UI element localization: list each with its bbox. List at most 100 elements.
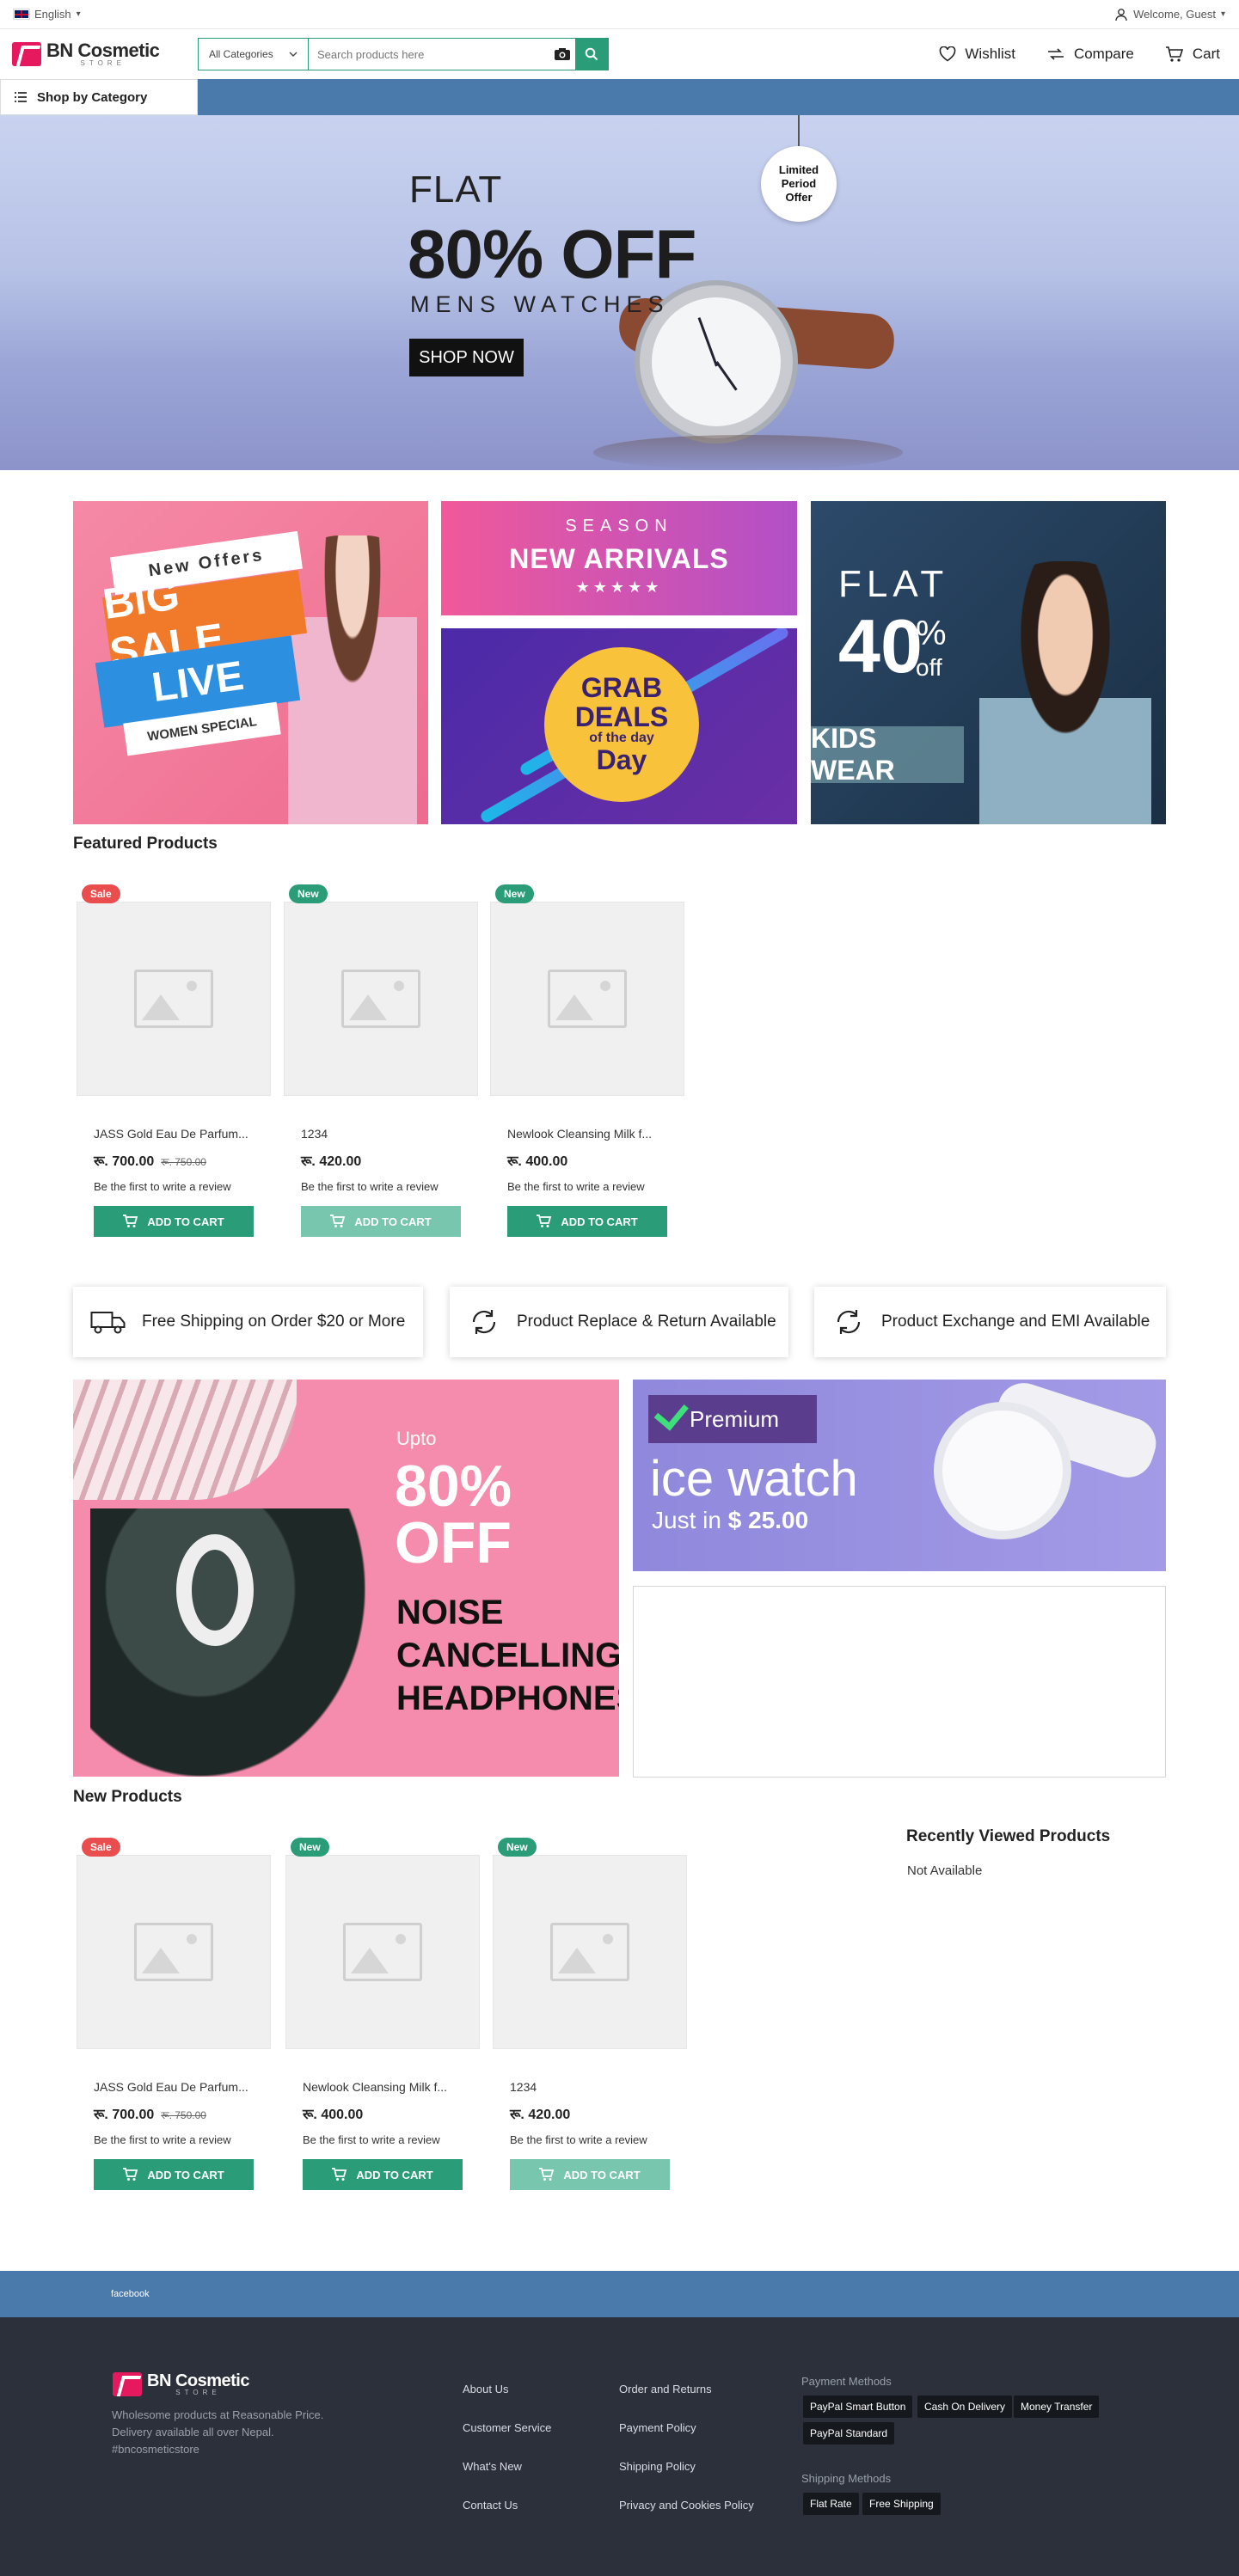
add-to-cart-button[interactable]: ADD TO CART	[94, 2159, 254, 2190]
tag-string	[798, 115, 800, 150]
add-to-cart-button[interactable]: ADD TO CART	[301, 1206, 461, 1237]
image-placeholder-icon	[550, 1923, 629, 1981]
tag-line: Limited	[778, 162, 819, 176]
wishlist-link[interactable]: Wishlist	[939, 46, 1015, 63]
child-image	[979, 561, 1151, 824]
top-bar: English ▾ Welcome, Guest ▾	[0, 0, 1239, 29]
language-label: English	[34, 8, 71, 21]
watch-case-image	[934, 1402, 1071, 1539]
product-name[interactable]: Newlook Cleansing Milk f...	[303, 2080, 468, 2094]
search-button[interactable]	[575, 39, 608, 70]
review-link[interactable]: Be the first to write a review	[94, 2133, 231, 2146]
big-sale-banner[interactable]: New Offers BIG SALE LIVE WOMEN SPECIAL	[73, 501, 428, 824]
cart-icon	[123, 2168, 138, 2181]
product-name[interactable]: JASS Gold Eau De Parfum...	[94, 1127, 259, 1141]
menu-icon	[15, 92, 27, 102]
payment-method-chip: PayPal Standard	[803, 2422, 895, 2444]
shop-now-button[interactable]: SHOP NOW	[409, 339, 524, 376]
product-card[interactable]: New 1234 रू. 420.00 Be the first to writ…	[280, 878, 478, 1256]
add-to-cart-button[interactable]: ADD TO CART	[303, 2159, 463, 2190]
product-name[interactable]: Newlook Cleansing Milk f...	[507, 1127, 672, 1141]
footer-link-whats-new[interactable]: What's New	[463, 2460, 522, 2473]
footer-link-contact[interactable]: Contact Us	[463, 2499, 518, 2512]
category-select[interactable]: All Categories	[199, 39, 309, 70]
ice-watch-banner[interactable]: Premium ice watch Just in $ 25.00	[633, 1380, 1166, 1571]
search-input[interactable]	[309, 39, 549, 70]
new-badge: New	[495, 884, 534, 903]
site-logo[interactable]: BN Cosmetic STORE	[12, 41, 193, 67]
product-card[interactable]: New Newlook Cleansing Milk f... रू. 400.…	[282, 1831, 480, 2209]
current-price: रू. 400.00	[303, 2108, 364, 2122]
footer-link-customer-service[interactable]: Customer Service	[463, 2421, 551, 2434]
truck-icon	[90, 1312, 126, 1334]
current-price: रू. 420.00	[301, 1154, 362, 1169]
add-to-cart-button[interactable]: ADD TO CART	[507, 1206, 667, 1237]
cart-link[interactable]: Cart	[1165, 46, 1220, 63]
footer-link-payment-policy[interactable]: Payment Policy	[619, 2421, 696, 2434]
product-card[interactable]: Sale JASS Gold Eau De Parfum... रू. 700.…	[73, 1831, 271, 2209]
cart-label: Cart	[1192, 46, 1220, 62]
product-image[interactable]	[493, 1855, 687, 2049]
uk-flag-icon	[13, 9, 30, 20]
logo-text: BN Cosmetic STORE	[147, 2372, 249, 2396]
review-link[interactable]: Be the first to write a review	[94, 1180, 231, 1193]
footer-link-order-returns[interactable]: Order and Returns	[619, 2383, 712, 2395]
headphones-title-line: HEADPHONES	[396, 1680, 619, 1717]
user-icon	[1115, 8, 1127, 21]
footer-link-about[interactable]: About Us	[463, 2383, 508, 2395]
add-to-cart-label: ADD TO CART	[356, 2168, 433, 2181]
review-link[interactable]: Be the first to write a review	[303, 2133, 440, 2146]
product-name[interactable]: 1234	[301, 1127, 466, 1141]
kids-wear-banner[interactable]: FLAT 40 % off KIDS WEAR	[811, 501, 1166, 824]
chevron-down-icon: ▾	[76, 9, 81, 19]
product-card[interactable]: Sale JASS Gold Eau De Parfum... रू. 700.…	[73, 878, 271, 1256]
product-name[interactable]: JASS Gold Eau De Parfum...	[94, 2080, 259, 2094]
feature-box: Free Shipping on Order $20 or More	[73, 1287, 423, 1357]
headphones-banner[interactable]: Upto 80% OFF NOISE CANCELLING HEADPHONES	[73, 1380, 619, 1777]
footer-link-privacy[interactable]: Privacy and Cookies Policy	[619, 2499, 754, 2512]
site-footer: BN Cosmetic STORE Wholesome products at …	[0, 2317, 1239, 2576]
product-image[interactable]	[284, 902, 478, 1096]
shop-by-category-label: Shop by Category	[37, 89, 148, 105]
heart-icon	[940, 46, 956, 62]
hero-banner[interactable]: FLAT 80% OFF MENS WATCHES SHOP NOW Limit…	[0, 115, 1239, 470]
shipping-methods-title: Shipping Methods	[801, 2472, 892, 2485]
chevron-down-icon: ▾	[1220, 9, 1225, 19]
review-link[interactable]: Be the first to write a review	[510, 2133, 647, 2146]
current-price: रू. 700.00	[94, 2108, 155, 2122]
add-to-cart-button[interactable]: ADD TO CART	[510, 2159, 670, 2190]
category-nav: Shop by Category	[0, 79, 1239, 115]
footer-link-shipping-policy[interactable]: Shipping Policy	[619, 2460, 696, 2473]
product-image[interactable]	[77, 902, 271, 1096]
current-price: रू. 700.00	[94, 1154, 155, 1169]
kids-flat-label: FLAT	[838, 563, 949, 605]
facebook-link[interactable]: facebook	[111, 2289, 150, 2299]
product-image[interactable]	[285, 1855, 480, 2049]
footer-logo[interactable]: BN Cosmetic STORE	[113, 2372, 249, 2396]
compare-link[interactable]: Compare	[1046, 46, 1134, 63]
new-badge: New	[289, 884, 328, 903]
old-price: रू. 750.00	[161, 2109, 206, 2121]
just-in-label: Just in	[652, 1507, 721, 1533]
payment-method-chip: Money Transfer	[1014, 2395, 1100, 2418]
language-selector[interactable]: English ▾	[13, 8, 81, 21]
product-image[interactable]	[490, 902, 684, 1096]
product-price: रू. 400.00	[507, 1151, 567, 1170]
product-card[interactable]: New 1234 रू. 420.00 Be the first to writ…	[489, 1831, 687, 2209]
hero-flat: FLAT	[409, 168, 503, 211]
product-card[interactable]: New Newlook Cleansing Milk f... रू. 400.…	[487, 878, 684, 1256]
grab-label: GRAB	[580, 672, 663, 704]
image-search-button[interactable]	[549, 39, 575, 70]
payment-methods-title: Payment Methods	[801, 2375, 892, 2388]
add-to-cart-button[interactable]: ADD TO CART	[94, 1206, 254, 1237]
featured-products-title: Featured Products	[73, 835, 218, 853]
ice-watch-title: ice watch	[650, 1451, 858, 1507]
shop-by-category-button[interactable]: Shop by Category	[0, 79, 198, 115]
product-image[interactable]	[77, 1855, 271, 2049]
review-link[interactable]: Be the first to write a review	[507, 1180, 645, 1193]
account-menu[interactable]: Welcome, Guest ▾	[1114, 8, 1225, 21]
review-link[interactable]: Be the first to write a review	[301, 1180, 439, 1193]
new-arrivals-banner[interactable]: SEASON NEW ARRIVALS ★★★★★	[441, 501, 797, 615]
grab-deals-banner[interactable]: GRAB DEALS of the day Day	[441, 628, 797, 824]
product-name[interactable]: 1234	[510, 2080, 675, 2094]
